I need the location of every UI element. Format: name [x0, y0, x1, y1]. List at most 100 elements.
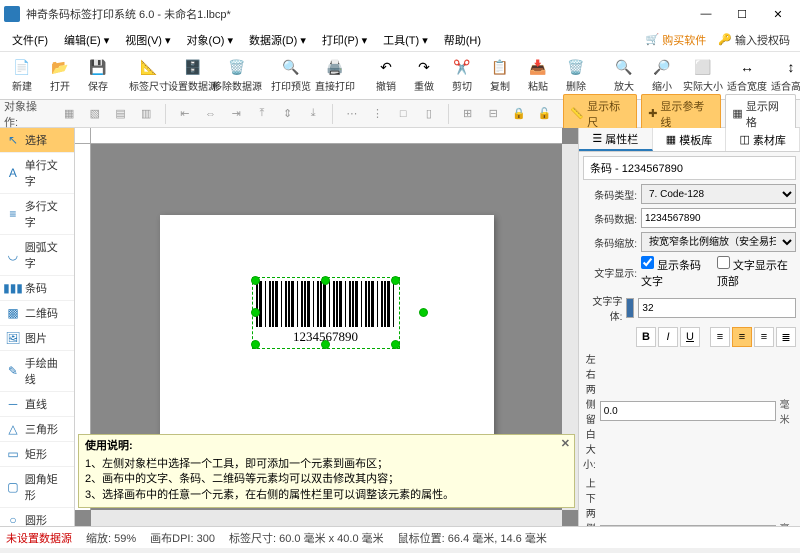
delete-button[interactable]: 🗑️删除 — [558, 54, 594, 98]
tool-image[interactable]: 🖼图片 — [0, 326, 74, 351]
align-justify-button[interactable]: ≣ — [776, 327, 796, 347]
show-text-checkbox[interactable]: 显示条码文字 — [641, 256, 711, 289]
italic-button[interactable]: I — [658, 327, 678, 347]
tool-multi-text[interactable]: ≡多行文字 — [0, 194, 74, 235]
group-icon[interactable]: ⊞ — [457, 103, 479, 125]
same-width-icon[interactable]: □ — [392, 103, 414, 125]
barcode-object[interactable]: 1234567890 — [256, 281, 396, 345]
text-icon: A — [6, 166, 20, 180]
open-button[interactable]: 📂打开 — [42, 54, 78, 98]
font-size-input[interactable] — [638, 298, 796, 318]
resize-handle-n[interactable] — [321, 276, 330, 285]
menu-object[interactable]: 对象(O) ▾ — [179, 30, 241, 50]
align-left-icon[interactable]: ⇤ — [174, 103, 196, 125]
distribute-h-icon[interactable]: ⋯ — [341, 103, 363, 125]
tips-close-button[interactable]: ✕ — [561, 437, 570, 452]
menu-view[interactable]: 视图(V) ▾ — [117, 30, 178, 50]
redo-button[interactable]: ↷重做 — [406, 54, 442, 98]
close-button[interactable]: ✕ — [760, 0, 796, 28]
align-center-h-icon[interactable]: ⇔ — [200, 103, 222, 125]
remove-datasource-button[interactable]: 🗑️移除数据源 — [216, 54, 258, 98]
print-preview-button[interactable]: 🔍打印预览 — [270, 54, 312, 98]
status-dpi: 画布DPI: 300 — [150, 530, 215, 546]
align-middle-icon[interactable]: ⇕ — [277, 103, 299, 125]
barcode-data-input[interactable] — [641, 208, 796, 228]
object-toolbar: 对象操作: ▦ ▧ ▤ ▥ ⇤ ⇔ ⇥ ⤒ ⇕ ⤓ ⋯ ⋮ □ ▯ ⊞ ⊟ 🔒 … — [0, 100, 800, 128]
align-right-button[interactable]: ≡ — [754, 327, 774, 347]
actual-size-button[interactable]: ⬜实际大小 — [682, 54, 724, 98]
font-family-select[interactable]: 宋体 — [626, 298, 634, 318]
paste-button[interactable]: 📥粘贴 — [520, 54, 556, 98]
tool-circle[interactable]: ○圆形 — [0, 508, 74, 526]
set-datasource-button[interactable]: 🗄️设置数据源 — [172, 54, 214, 98]
menu-datasource[interactable]: 数据源(D) ▾ — [241, 30, 314, 50]
tool-triangle[interactable]: △三角形 — [0, 417, 74, 442]
tool-arc-text[interactable]: ◡圆弧文字 — [0, 235, 74, 276]
copy-button[interactable]: 📋复制 — [482, 54, 518, 98]
menu-help[interactable]: 帮助(H) — [436, 30, 489, 50]
barcode-type-select[interactable]: 7. Code-128 — [641, 184, 796, 204]
tab-assets[interactable]: ◫素材库 — [726, 128, 800, 151]
resize-handle-se[interactable] — [391, 340, 400, 349]
guides-icon: ✚ — [648, 107, 657, 120]
show-top-checkbox[interactable]: 文字显示在顶部 — [717, 256, 796, 289]
align-center-button[interactable]: ≡ — [732, 327, 752, 347]
maximize-button[interactable]: ☐ — [724, 0, 760, 28]
tool-barcode[interactable]: ▮▮▮条码 — [0, 276, 74, 301]
resize-handle-w[interactable] — [251, 308, 260, 317]
resize-handle-sw[interactable] — [251, 340, 260, 349]
menu-tools[interactable]: 工具(T) ▾ — [375, 30, 436, 50]
print-button[interactable]: 🖨️直接打印 — [314, 54, 356, 98]
new-button[interactable]: 📄新建 — [4, 54, 40, 98]
tool-select[interactable]: ↖选择 — [0, 128, 74, 153]
tool-roundrect[interactable]: ▢圆角矩形 — [0, 467, 74, 508]
menu-print[interactable]: 打印(P) ▾ — [314, 30, 375, 50]
align-left-button[interactable]: ≡ — [710, 327, 730, 347]
layer-front-icon[interactable]: ▦ — [58, 103, 80, 125]
tool-qrcode[interactable]: ▩二维码 — [0, 301, 74, 326]
buy-link[interactable]: 🛒购买软件 — [640, 30, 713, 50]
tool-freehand[interactable]: ✎手绘曲线 — [0, 351, 74, 392]
ruler-horizontal[interactable] — [91, 128, 562, 144]
tool-rect[interactable]: ▭矩形 — [0, 442, 74, 467]
label-page[interactable]: 1234567890 — [160, 215, 494, 439]
margin-tb-input[interactable] — [600, 525, 776, 526]
license-link[interactable]: 🔑输入授权码 — [712, 30, 796, 50]
tab-properties[interactable]: ☰属性栏 — [579, 128, 653, 151]
lock-icon[interactable]: 🔒 — [508, 103, 530, 125]
label-size-button[interactable]: 📐标签尺寸 — [128, 54, 170, 98]
save-button[interactable]: 💾保存 — [80, 54, 116, 98]
tool-single-text[interactable]: A单行文字 — [0, 153, 74, 194]
resize-handle-ne[interactable] — [391, 276, 400, 285]
resize-handle-nw[interactable] — [251, 276, 260, 285]
distribute-v-icon[interactable]: ⋮ — [367, 103, 389, 125]
minimize-button[interactable]: — — [688, 0, 724, 28]
cut-icon: ✂️ — [453, 58, 471, 76]
align-top-icon[interactable]: ⤒ — [251, 103, 273, 125]
scrollbar-horizontal[interactable] — [91, 510, 562, 526]
align-right-icon[interactable]: ⇥ — [225, 103, 247, 125]
align-bottom-icon[interactable]: ⤓ — [302, 103, 324, 125]
menu-file[interactable]: 文件(F) — [4, 30, 56, 50]
same-height-icon[interactable]: ▯ — [418, 103, 440, 125]
underline-button[interactable]: U — [680, 327, 700, 347]
zoom-out-button[interactable]: 🔎缩小 — [644, 54, 680, 98]
ungroup-icon[interactable]: ⊟ — [482, 103, 504, 125]
cut-button[interactable]: ✂️剪切 — [444, 54, 480, 98]
zoom-in-button[interactable]: 🔍放大 — [606, 54, 642, 98]
fit-height-button[interactable]: ↕适合高度 — [770, 54, 800, 98]
barcode-scale-select[interactable]: 按宽窄条比例缩放（安全易扫） — [641, 232, 796, 252]
resize-handle-s[interactable] — [321, 340, 330, 349]
layer-up-icon[interactable]: ▤ — [110, 103, 132, 125]
undo-button[interactable]: ↶撤销 — [368, 54, 404, 98]
bold-button[interactable]: B — [636, 327, 656, 347]
margin-lr-input[interactable] — [600, 401, 776, 421]
fit-width-button[interactable]: ↔适合宽度 — [726, 54, 768, 98]
menu-edit[interactable]: 编辑(E) ▾ — [56, 30, 117, 50]
tab-templates[interactable]: ▦模板库 — [653, 128, 727, 151]
rotate-handle[interactable] — [419, 308, 428, 317]
layer-back-icon[interactable]: ▧ — [84, 103, 106, 125]
tool-line[interactable]: ─直线 — [0, 392, 74, 417]
layer-down-icon[interactable]: ▥ — [135, 103, 157, 125]
unlock-icon[interactable]: 🔓 — [534, 103, 556, 125]
